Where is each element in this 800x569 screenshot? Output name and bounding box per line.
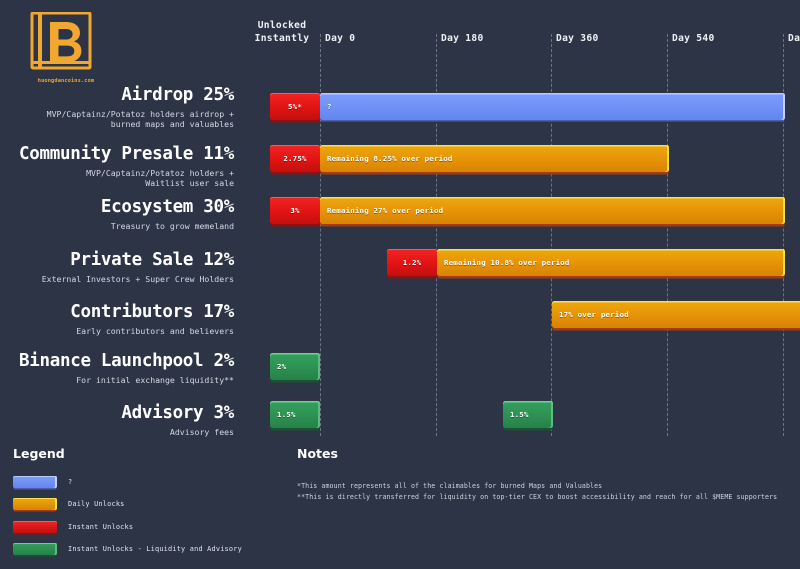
row-subtitle: Early contributors and believers [76,325,234,336]
row-title: Community Presale 11% [19,144,234,164]
axis-tick-label-day-180: Day 180 [441,33,484,44]
row-label: Airdrop 25% MVP/Captainz/Potatoz holders … [0,85,238,130]
legend-item: Instant Unlocks - Liquidity and Advisory [13,541,243,558]
row-title: Contributors 17% [70,302,234,322]
row-label: Ecosystem 30% Treasury to grow memeland [0,197,238,231]
legend-title: Legend [13,446,65,461]
note-line: *This amount represents all of the claim… [297,482,603,490]
book-b-logo-icon [30,12,92,70]
legend-item: ? [13,473,243,490]
bar-segment-label: Remaining 27% over period [327,206,444,215]
bar-segment-label: 3% [290,206,300,215]
legend-swatch-blue [13,475,57,488]
axis-tick-label-day-720: Day 720 [788,33,800,44]
axis-tick-label-day-360: Day 360 [556,33,599,44]
bar-segment: 1.5% [270,401,320,428]
bar-segment-label: 5%* [288,102,302,111]
row-title: Airdrop 25% [121,85,234,105]
row-subtitle: For initial exchange liquidity** [76,374,234,385]
legend-item: Instant Unlocks [13,518,243,535]
row-title: Binance Launchpool 2% [19,351,234,371]
row-title: Advisory 3% [121,403,234,423]
bar-segment-label: Remaining 8.25% over period [327,154,453,163]
bar-segment-label: 17% over period [559,310,629,319]
row-label: Community Presale 11% MVP/Captainz/Potato… [0,144,238,189]
bar-segment: Remaining 10.8% over period [437,249,785,276]
bar-segment: 1.2% [387,249,437,276]
row-title: Ecosystem 30% [100,197,234,217]
legend-swatch-green [13,543,57,555]
row-label: Contributors 17% Early contributors and b… [0,302,238,336]
bar-segment-label: 1.5% [510,410,529,419]
notes-title: Notes [297,446,338,461]
bar-segment: 3% [270,197,320,224]
token-unlock-chart: huongdancoins.com Airdrop 25% MVP/Captain… [0,0,800,569]
bar-segment: 5%* [270,93,320,120]
row-label: Private Sale 12% External Investors + Sup… [0,250,238,284]
legend-label: ? [68,477,73,486]
legend-label: Instant Unlocks [68,522,134,531]
axis-label-line1: Unlocked [257,20,307,31]
legend-label: Daily Unlocks [68,500,125,508]
bar-segment: 2% [270,353,320,380]
row-subtitle: MVP/Captainz/Potatoz holders airdrop + bu… [46,108,234,130]
bar-segment-label: 1.5% [277,410,296,419]
bar-segment: 17% over period [552,301,800,328]
notes-line-list: *This amount represents all of the claim… [297,481,792,502]
note-line: **This is directly transferred for liqui… [297,492,778,501]
row-subtitle: External Investors + Super Crew Holders [41,273,234,284]
legend-item: Daily Unlocks [13,496,243,513]
row-label: Binance Launchpool 2% For initial exchang… [0,351,238,385]
row-subtitle: MVP/Captainz/Potatoz holders + Waitlist u… [86,167,234,189]
bar-segment: ? [320,93,785,120]
bar-segment-label: 2.75% [283,154,307,163]
row-subtitle: Advisory fees [169,426,234,437]
bar-segment: Remaining 27% over period [320,197,785,224]
legend-label: Instant Unlocks - Liquidity and Advisory [68,545,242,553]
bar-segment: 1.5% [503,401,553,428]
row-label: Advisory 3% Advisory fees [0,403,238,437]
axis-tick-label-day-540: Day 540 [672,33,715,44]
bar-segment: 2.75% [270,145,320,172]
bar-segment-label: ? [327,102,332,111]
bar-segment-label: 2% [277,362,287,371]
axis-label-line2: Instantly [254,32,310,44]
legend-item-list: ? Daily Unlocks Instant Unlocks Instant Unl… [13,473,243,558]
row-title: Private Sale 12% [70,250,234,270]
row-subtitle: Treasury to grow memeland [110,220,234,231]
legend-swatch-orange [13,498,57,510]
notes-section: Notes *This amount represents all of the… [297,446,792,502]
legend-swatch-red [13,520,57,533]
legend: Legend ? Daily Unlocks Instant Unlocks Inst… [13,446,243,563]
bar-segment-label: 1.2% [402,258,422,267]
axis-tick-label-day-0: Day 0 [325,33,356,44]
brand-site-text: huongdancoins.com [37,78,95,84]
axis-label-unlocked-instantly: Unlocked Instantly [248,20,316,46]
brand-logo: huongdancoins.com [27,12,105,92]
bar-segment-label: Remaining 10.8% over period [444,258,570,267]
bar-segment: Remaining 8.25% over period [320,145,669,172]
